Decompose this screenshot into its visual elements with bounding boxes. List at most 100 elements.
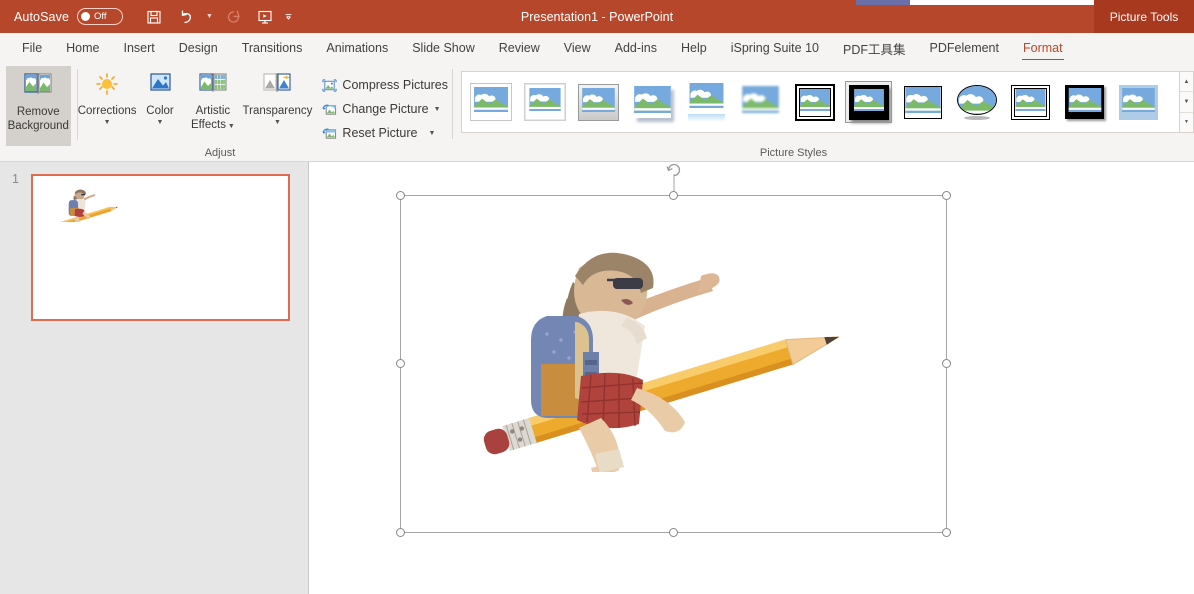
picture-style-metal-frame[interactable] <box>576 82 621 122</box>
slide-number: 1 <box>12 172 19 186</box>
change-picture-label: Change Picture <box>342 102 429 116</box>
picture-style-simple-frame-black[interactable] <box>900 82 945 122</box>
ribbon-group-adjust: Remove Background Corrections ▼ Color ▼ … <box>0 63 452 162</box>
handle-middle-right[interactable] <box>942 359 951 368</box>
picture-style-moderate-frame-black[interactable] <box>1062 82 1107 122</box>
change-picture-icon <box>322 104 337 115</box>
remove-background-button[interactable]: Remove Background <box>6 66 71 146</box>
ribbon-tab-format[interactable]: Format <box>1011 33 1075 63</box>
picture-style-rotated-white-oval[interactable] <box>954 82 999 122</box>
ribbon-tab-view[interactable]: View <box>552 33 603 63</box>
artistic-effects-line2: Effects <box>191 119 226 131</box>
remove-background-line2: Background <box>7 120 69 132</box>
reset-picture-label: Reset Picture <box>342 126 418 140</box>
save-icon[interactable] <box>141 5 167 29</box>
compress-pictures-button[interactable]: Compress Pictures <box>318 73 452 97</box>
reset-picture-dropdown-icon[interactable]: ▼ <box>428 130 435 137</box>
slide-thumbnail-1[interactable] <box>31 174 290 321</box>
remove-background-line1: Remove <box>16 106 60 118</box>
picture-style-double-frame-black[interactable] <box>792 82 837 122</box>
corrections-label: Corrections <box>77 105 137 117</box>
artistic-effects-line1: Artistic <box>195 105 231 117</box>
ribbon-tab-animations[interactable]: Animations <box>314 33 400 63</box>
autosave-knob <box>81 12 91 21</box>
picture-styles-scroll: ▲ ▼ ▼ <box>1180 71 1194 133</box>
start-slideshow-icon[interactable] <box>252 5 278 29</box>
change-picture-button[interactable]: Change Picture ▼ <box>318 97 452 121</box>
picture-style-reflected-rounded-rectangle[interactable] <box>684 82 729 122</box>
main-area: 1 <box>0 162 1194 594</box>
color-icon <box>150 73 171 91</box>
transparency-icon <box>263 73 292 92</box>
handle-top-center[interactable] <box>668 191 678 200</box>
title-bar-strip-accent <box>856 0 910 5</box>
reset-picture-button[interactable]: Reset Picture ▼ <box>318 121 452 145</box>
ribbon-tab-add-ins[interactable]: Add-ins <box>603 33 669 63</box>
gallery-more-icon[interactable]: ▼ <box>1180 113 1193 132</box>
transparency-label: Transparency <box>242 105 313 117</box>
gallery-scroll-down-icon[interactable]: ▼ <box>1180 92 1193 113</box>
picture-selection-box <box>396 163 951 537</box>
color-dropdown-icon[interactable]: ▼ <box>157 119 164 126</box>
reset-picture-icon <box>322 128 337 139</box>
slide-thumbnail-pane: 1 <box>0 162 309 594</box>
ribbon-group-picture-styles: ▲ ▼ ▼ Picture Styles <box>453 63 1194 162</box>
ribbon-tab-pdf[interactable]: PDF工具集 <box>831 33 918 63</box>
picture-tools-contextual-tab: Picture Tools <box>1094 0 1194 33</box>
slide-canvas-pane[interactable] <box>309 162 1194 594</box>
adjust-command-list: Compress Pictures Change Picture ▼ Reset… <box>318 63 452 162</box>
picture-style-compound-frame-black[interactable] <box>1008 82 1053 122</box>
handle-top-left[interactable] <box>396 191 405 200</box>
slide-surface[interactable] <box>380 162 1194 594</box>
ribbon-tab-ispring-suite-10[interactable]: iSpring Suite 10 <box>719 33 831 63</box>
picture-style-soft-edge-rectangle[interactable] <box>738 82 783 122</box>
ribbon-tab-insert[interactable]: Insert <box>112 33 167 63</box>
artistic-effects-icon <box>199 73 227 92</box>
ribbon-tab-design[interactable]: Design <box>167 33 230 63</box>
autosave-state: Off <box>94 11 107 22</box>
artistic-effects-label: Artistic Effects ▼ <box>191 104 235 134</box>
handle-top-right[interactable] <box>942 191 951 200</box>
picture-style-simple-frame-white[interactable] <box>468 82 513 122</box>
adjust-group-label: Adjust <box>204 147 236 159</box>
gallery-scroll-up-icon[interactable]: ▲ <box>1180 72 1193 93</box>
picture-styles-gallery[interactable] <box>461 71 1180 133</box>
picture-style-center-shadow-rectangle[interactable] <box>1116 82 1161 122</box>
rotate-handle-icon[interactable] <box>665 160 683 178</box>
ribbon-tab-transitions[interactable]: Transitions <box>230 33 315 63</box>
handle-bottom-left[interactable] <box>396 528 405 537</box>
ribbon-tab-home[interactable]: Home <box>54 33 111 63</box>
ribbon-tab-file[interactable]: File <box>10 33 54 63</box>
remove-background-label: Remove Background <box>8 105 69 133</box>
quick-access-toolbar: ▼ <box>141 5 293 29</box>
corrections-dropdown-icon[interactable]: ▼ <box>104 119 111 126</box>
picture-style-thick-matte-black[interactable] <box>845 81 892 123</box>
handle-bottom-right[interactable] <box>942 528 951 537</box>
picture-style-beveled-matte-white[interactable] <box>522 82 567 122</box>
picture-style-drop-shadow-rectangle[interactable] <box>630 82 675 122</box>
transparency-dropdown-icon[interactable]: ▼ <box>274 119 281 126</box>
ribbon-tab-pdfelement[interactable]: PDFelement <box>918 33 1011 63</box>
handle-bottom-center[interactable] <box>668 528 678 537</box>
artistic-effects-dropdown-icon[interactable]: ▼ <box>226 123 235 130</box>
thumbnail-picture <box>56 189 119 222</box>
redo-icon[interactable] <box>220 5 246 29</box>
autosave-label: AutoSave <box>14 9 70 24</box>
corrections-icon <box>96 73 118 95</box>
color-label: Color <box>146 105 174 117</box>
customize-quick-access-icon[interactable] <box>284 5 293 29</box>
ribbon-tab-slide-show[interactable]: Slide Show <box>400 33 487 63</box>
undo-icon[interactable] <box>173 5 199 29</box>
change-picture-dropdown-icon[interactable]: ▼ <box>434 106 441 113</box>
compress-pictures-icon <box>322 78 337 92</box>
undo-dropdown-icon[interactable]: ▼ <box>205 5 214 29</box>
remove-background-icon <box>24 73 52 94</box>
ribbon: Remove Background Corrections ▼ Color ▼ … <box>0 63 1194 162</box>
picture-styles-group-label: Picture Styles <box>759 147 828 159</box>
handle-middle-left[interactable] <box>396 359 405 368</box>
autosave-toggle[interactable]: Off <box>77 8 124 25</box>
ribbon-tab-review[interactable]: Review <box>487 33 552 63</box>
ribbon-tab-help[interactable]: Help <box>669 33 719 63</box>
ribbon-tab-bar: File Home Insert Design Transitions Animation… <box>0 33 1194 63</box>
compress-pictures-label: Compress Pictures <box>342 78 449 92</box>
